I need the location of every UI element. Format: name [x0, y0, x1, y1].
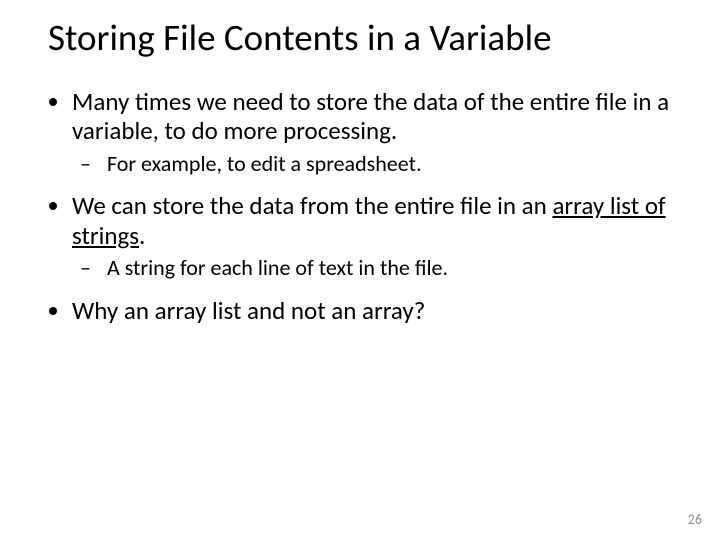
- slide: Storing File Contents in a Variable Many…: [0, 0, 720, 540]
- bullet-text: Why an array list and not an array?: [72, 295, 425, 326]
- bullet-text-before: We can store the data from the entire fi…: [72, 190, 552, 221]
- bullet-list: Many times we need to store the data of …: [48, 87, 672, 326]
- sub-bullet-text: For example, to edit a spreadsheet.: [107, 150, 422, 177]
- bullet-text: Many times we need to store the data of …: [72, 86, 669, 147]
- sub-bullet-text: A string for each line of text in the fi…: [107, 254, 448, 281]
- sub-list-item: For example, to edit a spreadsheet.: [102, 150, 672, 178]
- list-item: Many times we need to store the data of …: [72, 87, 672, 178]
- sub-list: A string for each line of text in the fi…: [72, 254, 672, 282]
- list-item: We can store the data from the entire fi…: [72, 191, 672, 282]
- sub-list: For example, to edit a spreadsheet.: [72, 150, 672, 178]
- page-number: 26: [688, 511, 702, 528]
- bullet-text-after: .: [139, 220, 145, 251]
- slide-title: Storing File Contents in a Variable: [48, 18, 672, 59]
- sub-list-item: A string for each line of text in the fi…: [102, 254, 672, 282]
- list-item: Why an array list and not an array?: [72, 296, 672, 326]
